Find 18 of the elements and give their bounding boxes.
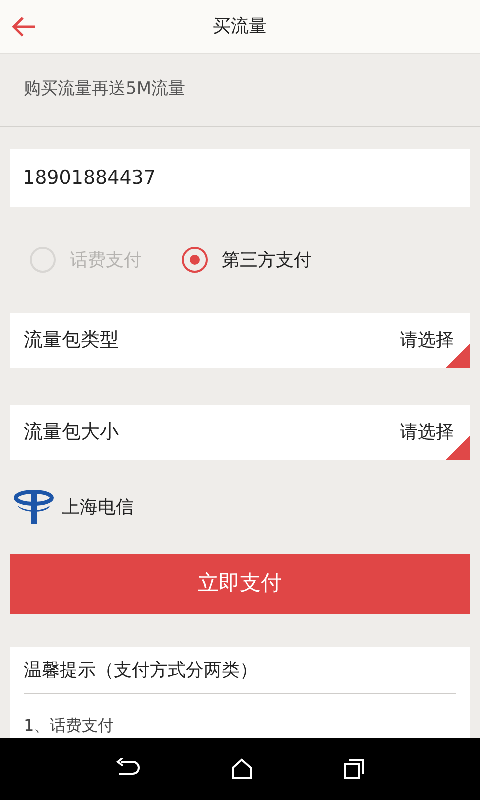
phone-field[interactable]: 18901884437 <box>10 149 470 207</box>
promo-text: 购买流量再送5M流量 <box>24 78 186 102</box>
select-label: 流量包大小 <box>24 420 119 446</box>
carrier-logo-icon <box>14 488 54 526</box>
select-label: 流量包类型 <box>24 328 119 354</box>
recent-apps-icon[interactable] <box>343 758 366 780</box>
tips-title: 温馨提示（支付方式分两类） <box>24 658 258 682</box>
page-title: 买流量 <box>213 15 267 39</box>
back-arrow-icon <box>11 16 37 38</box>
payment-radio[interactable]: 第三方支付 <box>182 246 312 274</box>
select-row[interactable]: 流量包大小 请选择 <box>10 405 470 460</box>
carrier-name: 上海电信 <box>62 496 134 520</box>
select-value: 请选择 <box>400 329 454 353</box>
select-row[interactable]: 流量包类型 请选择 <box>10 313 470 368</box>
tips-item: 1、话费支付 <box>24 716 114 735</box>
pay-button[interactable]: 立即支付 <box>10 554 470 614</box>
home-icon[interactable] <box>230 758 254 780</box>
select-value: 请选择 <box>400 421 454 445</box>
